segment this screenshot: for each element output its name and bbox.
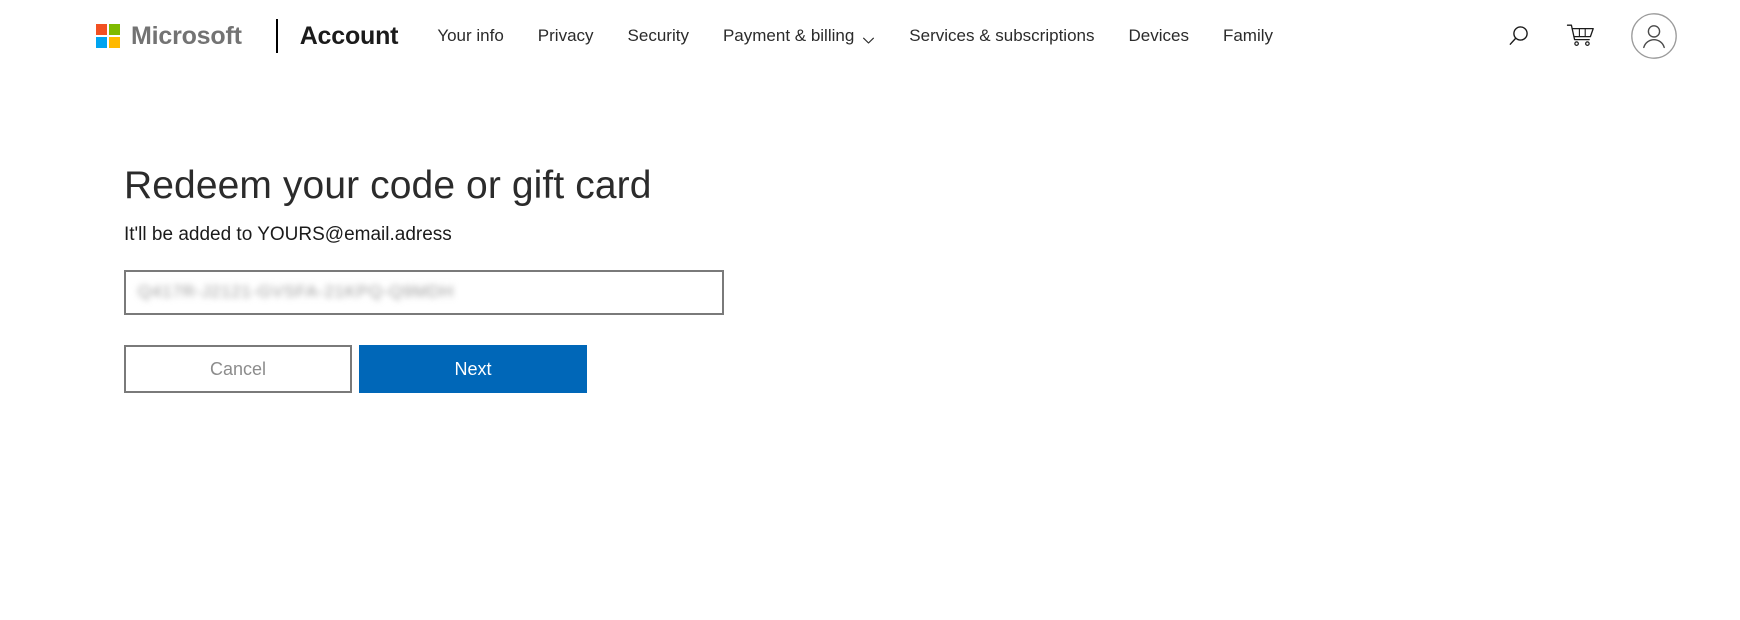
nav-item-privacy[interactable]: Privacy — [521, 20, 611, 52]
nav-item-payment-billing[interactable]: Payment & billing — [706, 20, 892, 52]
nav-item-label: Devices — [1128, 26, 1189, 45]
header-icon-group — [1504, 12, 1740, 60]
header-divider — [275, 19, 278, 53]
redeem-subtitle: It'll be added to YOURS@email.adress — [124, 223, 452, 245]
nav-item-label: Privacy — [537, 26, 594, 45]
cancel-button[interactable]: Cancel — [124, 344, 352, 393]
chevron-down-icon — [862, 32, 875, 45]
logo-tile-red — [96, 24, 107, 35]
main-content: Redeem your code or gift card It'll be a… — [0, 72, 1740, 393]
logo-tile-yellow — [109, 37, 120, 48]
nav-item-your-info[interactable]: Your info — [420, 20, 520, 52]
search-icon[interactable] — [1504, 22, 1532, 50]
microsoft-home-link[interactable]: Microsoft — [96, 21, 242, 50]
microsoft-logo-icon — [96, 24, 120, 48]
nav-item-security[interactable]: Security — [611, 20, 706, 52]
code-input-value: Q417R-J2121-GVSFA-21KPQ-Q9MDH — [138, 282, 455, 302]
page-title: Redeem your code or gift card — [124, 164, 652, 207]
code-input[interactable]: Q417R-J2121-GVSFA-21KPQ-Q9MDH — [124, 269, 724, 315]
next-button[interactable]: Next — [359, 344, 587, 393]
logo-tile-green — [109, 24, 120, 35]
microsoft-wordmark: Microsoft — [131, 21, 242, 50]
shopping-cart-icon[interactable] — [1566, 22, 1596, 50]
nav-item-devices[interactable]: Devices — [1111, 20, 1205, 52]
nav-item-services-subscriptions[interactable]: Services & subscriptions — [892, 20, 1111, 52]
nav-item-label: Family — [1222, 26, 1274, 45]
page-brand-title: Account — [299, 21, 399, 50]
nav-item-label: Payment & billing — [722, 26, 855, 45]
nav-item-label: Security — [627, 26, 689, 45]
account-avatar-icon[interactable] — [1630, 12, 1678, 60]
nav-item-label: Services & subscriptions — [909, 26, 1095, 45]
global-header: Microsoft Account Your info Privacy Securi… — [0, 0, 1740, 72]
nav-item-family[interactable]: Family — [1206, 20, 1290, 52]
action-button-row: Cancel Next — [124, 344, 1740, 393]
primary-navigation: Your info Privacy Security Payment & billin… — [420, 20, 1290, 52]
nav-item-label: Your info — [437, 26, 504, 45]
logo-tile-blue — [96, 37, 107, 48]
